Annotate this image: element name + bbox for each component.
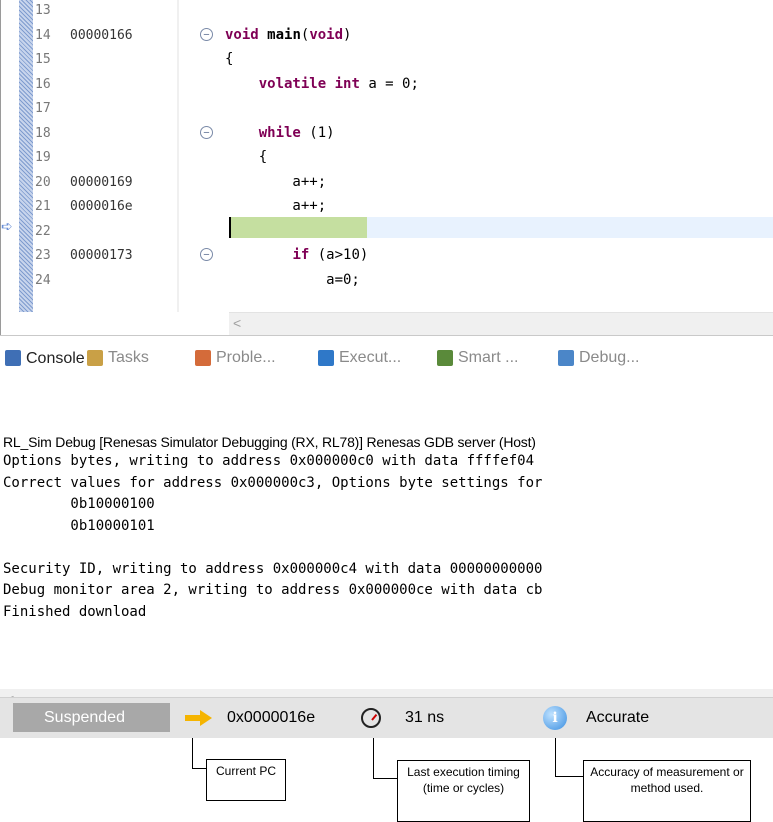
code-text: while (1) [258, 124, 335, 141]
fold-toggle-icon[interactable]: − [200, 27, 213, 41]
callout-line-accuracy [555, 738, 556, 776]
tasks-icon [87, 350, 103, 366]
code-line[interactable]: 13 [1, 0, 773, 21]
tab-label: Proble... [216, 349, 276, 366]
code-line[interactable]: 14 00000166 − void main(void) [1, 25, 773, 46]
execution-timing-value: 31 ns [405, 709, 445, 726]
line-address: 00000166 [70, 27, 133, 43]
editor-bottom-area [1, 312, 229, 334]
code-text: a++; [225, 198, 327, 214]
console-output-line: Finished download [3, 603, 147, 620]
console-view[interactable]: RL_Sim Debug [Renesas Simulator Debuggin… [0, 377, 773, 689]
tab-smart[interactable]: Smart ... [437, 347, 518, 369]
line-number: 20 [35, 174, 51, 190]
line-address: 00000173 [70, 248, 133, 263]
tab-label: Execut... [339, 349, 402, 366]
code-text: a=0; [225, 271, 360, 288]
line-number: 23 [35, 248, 51, 263]
code-line[interactable]: 23 00000173 − if (a>10) [1, 245, 773, 266]
code-line[interactable]: 24 a=0; [1, 270, 773, 291]
callout-line-timing [373, 738, 374, 778]
info-icon: i [543, 706, 567, 730]
callout-execution-timing: Last execution timing (time or cycles) [397, 760, 530, 822]
source-editor[interactable]: ➪ 13 14 00000166− void main(void) 15{16 vola… [0, 0, 773, 335]
console-output-line: Security ID, writing to address 0x000000… [3, 560, 543, 577]
debug-status-bar: Suspended 0x0000016e 31 ns i Accurate [0, 697, 773, 738]
code-line[interactable]: 18 − while (1) [1, 123, 773, 144]
line-number: 13 [35, 3, 51, 18]
line-number: 15 [35, 52, 51, 67]
callout-current-pc: Current PC [206, 759, 286, 801]
execution-state: Suspended [13, 703, 170, 732]
code-text: { [225, 51, 234, 67]
console-output-line: 0b10000100 [3, 496, 155, 512]
console-icon [5, 350, 21, 366]
execute-icon [318, 350, 334, 366]
tab-debug[interactable]: Debug... [558, 347, 639, 369]
line-number: 19 [35, 150, 51, 165]
console-output-line: 0b10000101 [3, 517, 155, 534]
current-pc-value: 0x0000016e [227, 709, 316, 726]
code-line[interactable]: 16 volatile int a = 0; [1, 74, 773, 95]
console-tab-bar: Console ☒ Tasks Proble... Execut... Smart ..… [0, 335, 773, 378]
debug-icon [558, 350, 574, 366]
callout-accuracy: Accuracy of measurement or method used. [583, 760, 751, 822]
problems-icon [195, 350, 211, 366]
line-number: 24 [35, 272, 51, 288]
code-text: { [225, 149, 268, 165]
code-text: volatile int a = 0; [258, 75, 419, 92]
tab-label: Debug... [579, 349, 640, 366]
fold-toggle-icon[interactable]: − [200, 125, 213, 139]
code-line[interactable]: 19 { [1, 147, 773, 168]
scroll-left-icon[interactable]: < [233, 315, 241, 331]
code-text: if (a>10) [292, 247, 369, 263]
code-text: void main(void) [225, 26, 352, 43]
console-output-line: Debug monitor area 2, writing to address… [3, 582, 543, 598]
callout-line-pc [192, 738, 193, 768]
line-number: 14 [35, 27, 51, 43]
callout-line-timing [373, 778, 397, 779]
console-output-line: Correct values for address 0x000000c3, O… [3, 474, 543, 491]
callout-line-pc [192, 768, 206, 769]
tab-label: Smart ... [458, 349, 519, 366]
callout-line-accuracy [555, 776, 583, 777]
line-number: 22 [35, 223, 51, 239]
editor-horizontal-scrollbar[interactable]: < [229, 312, 773, 335]
tab-label: Tasks [108, 349, 149, 366]
code-line[interactable]: 15 { [1, 49, 773, 70]
code-text: a++; [225, 173, 327, 190]
tab-problems[interactable]: Proble... [195, 347, 276, 369]
line-number: 17 [35, 101, 51, 116]
code-line[interactable]: 21 0000016e a++; [1, 196, 773, 217]
line-number: 21 [35, 199, 51, 214]
tab-execute[interactable]: Execut... [318, 347, 401, 369]
line-address: 00000169 [70, 174, 133, 190]
smart-icon [437, 350, 453, 366]
line-number: 18 [35, 125, 51, 141]
console-output-line: Options bytes, writing to address 0x0000… [3, 453, 535, 469]
pc-arrow-icon [185, 710, 212, 726]
line-number: 16 [35, 76, 51, 92]
stopwatch-icon [361, 708, 381, 728]
console-title: RL_Sim Debug [Renesas Simulator Debuggin… [3, 434, 536, 450]
line-address: 0000016e [70, 199, 133, 214]
code-line[interactable]: 17 [1, 98, 773, 119]
code-line[interactable]: 22 [1, 221, 773, 242]
accuracy-value: Accurate [586, 709, 650, 726]
tab-tasks[interactable]: Tasks [87, 347, 149, 369]
code-line[interactable]: 20 00000169 a++; [1, 172, 773, 193]
fold-toggle-icon[interactable]: − [200, 248, 213, 261]
